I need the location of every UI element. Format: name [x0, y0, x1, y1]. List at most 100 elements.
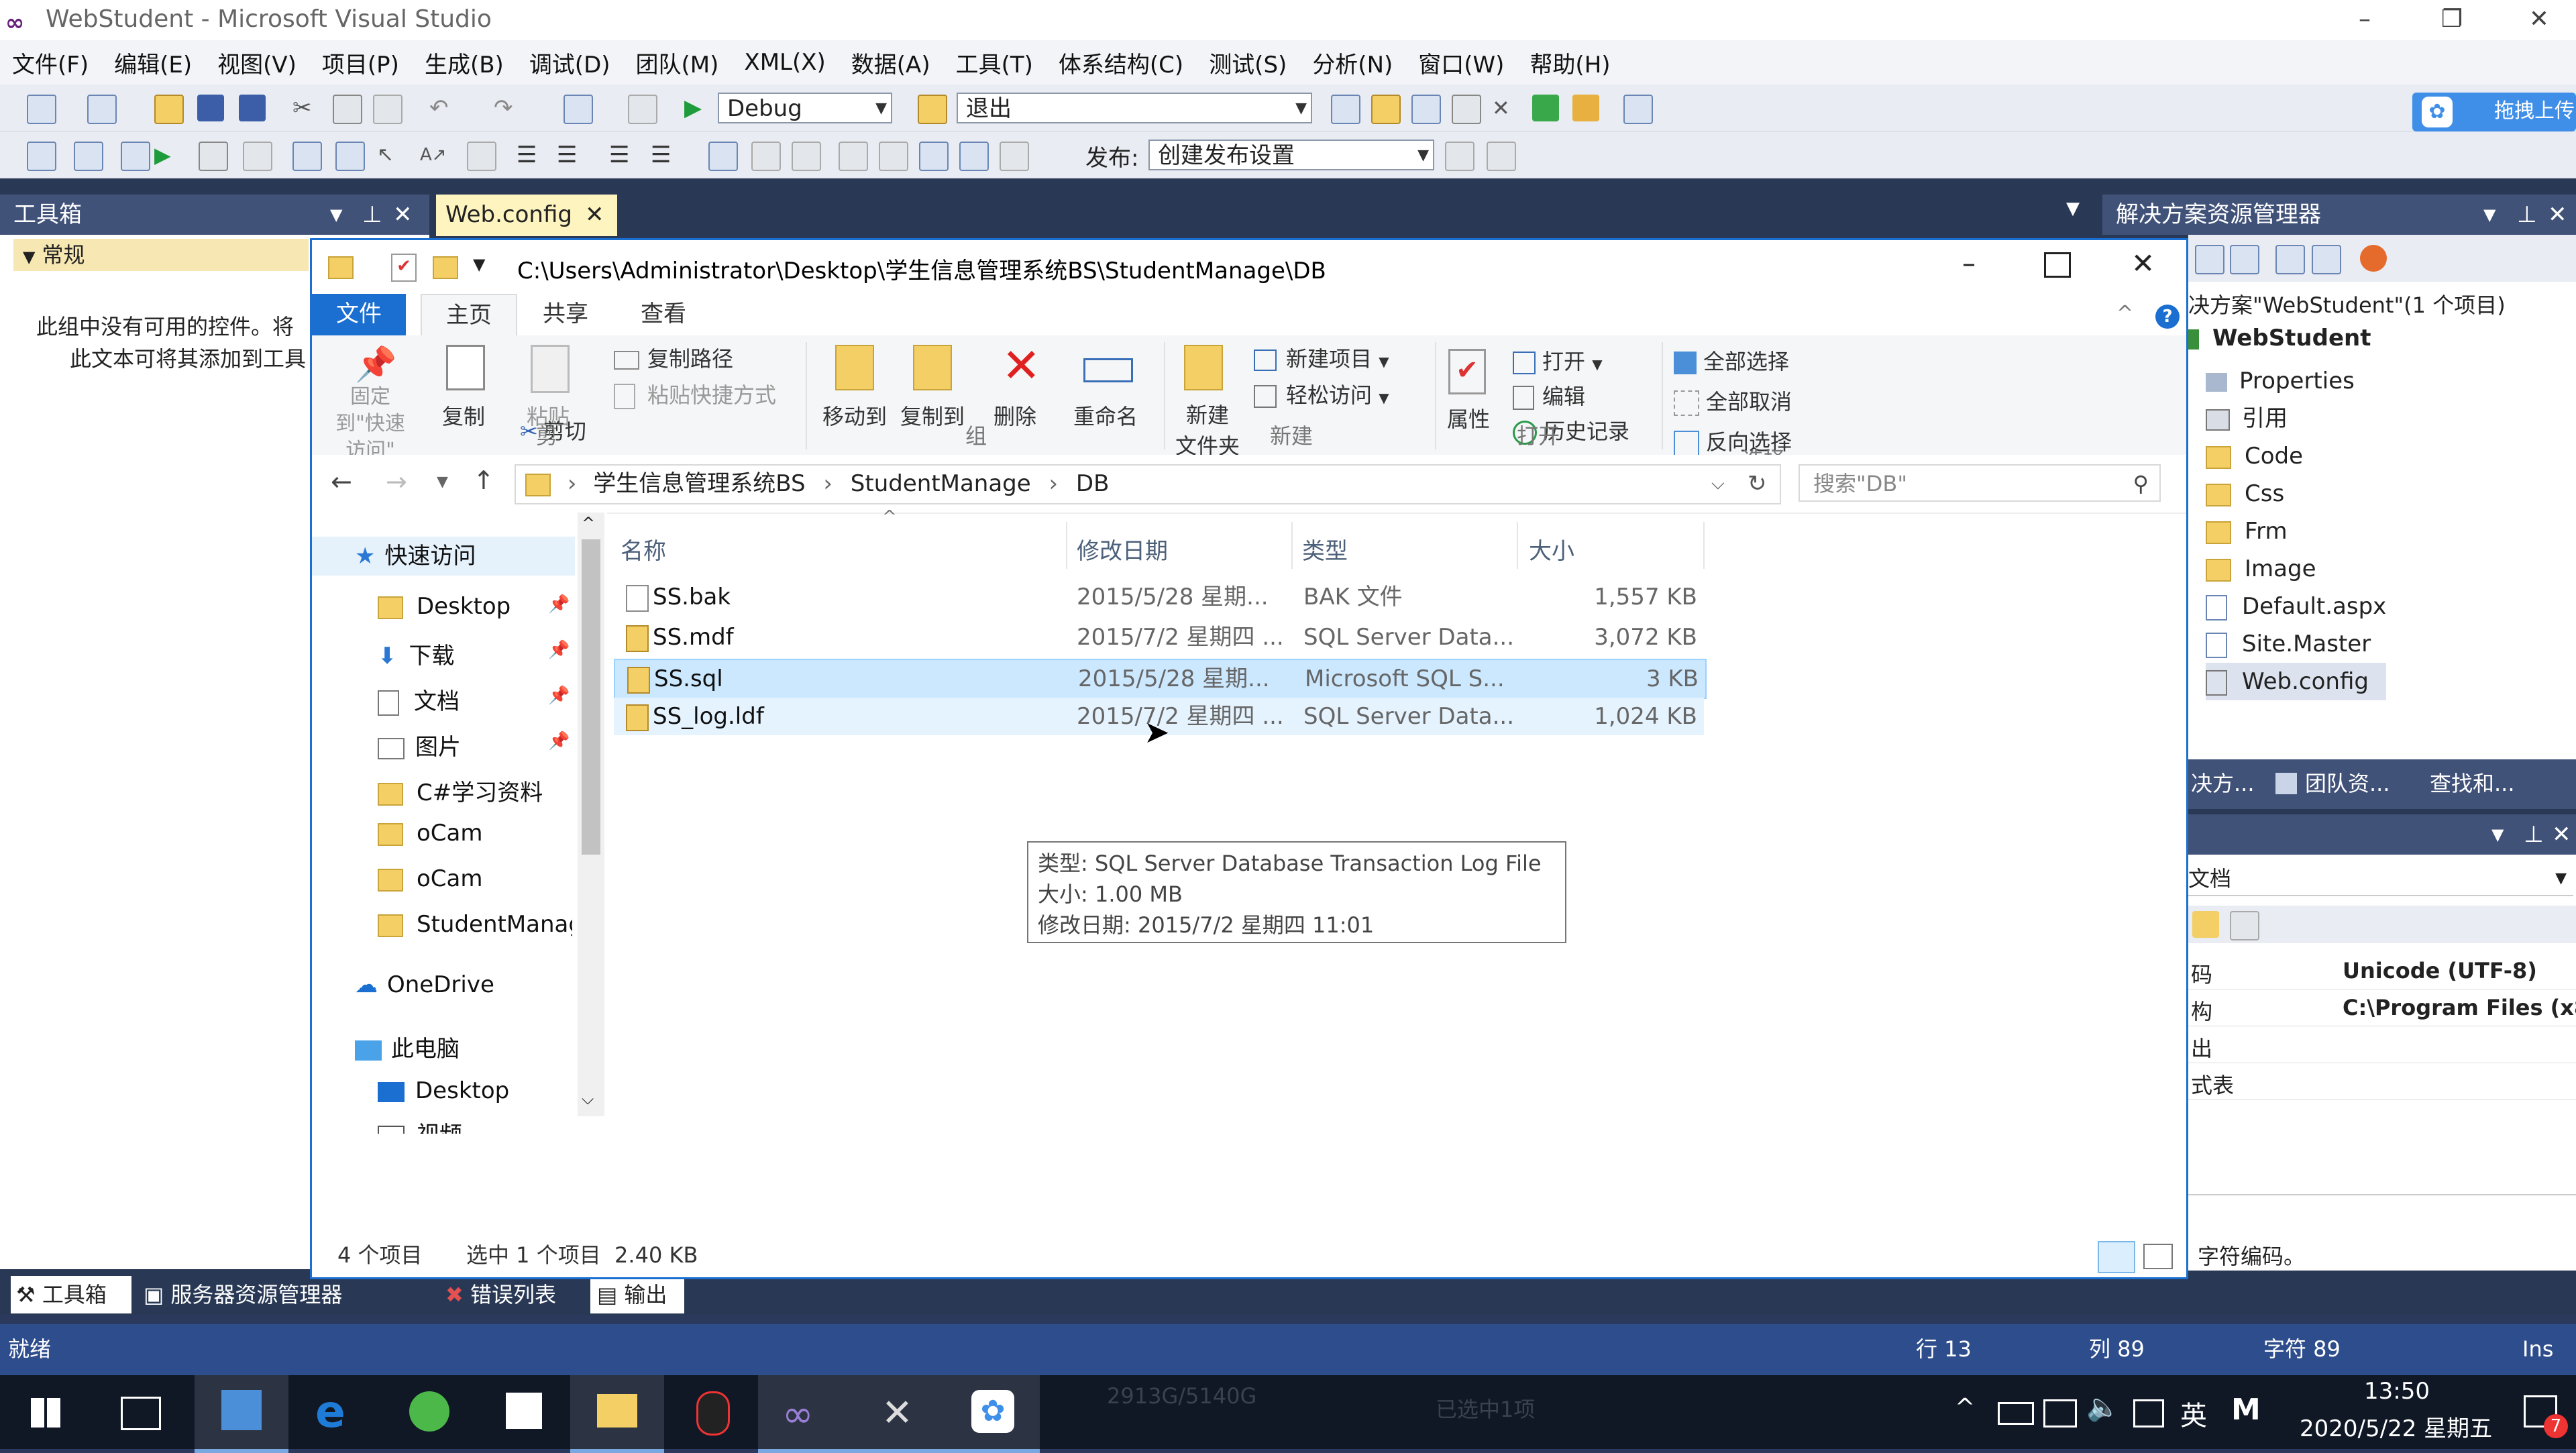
- file-row[interactable]: SS.bak 2015/5/28 星期... BAK 文件 1,557 KB: [614, 578, 1704, 616]
- publish-settings-icon[interactable]: [1487, 142, 1516, 171]
- vs-restore-button[interactable]: ❐: [2415, 0, 2489, 40]
- size-icon[interactable]: [199, 142, 228, 171]
- nav-documents[interactable]: 文档: [378, 683, 460, 716]
- taskbar-app-visual-studio[interactable]: ∞: [758, 1375, 852, 1453]
- prev-bookmark-icon[interactable]: [751, 142, 781, 171]
- solution-pin-icon[interactable]: ⊥: [2517, 195, 2537, 235]
- file-row[interactable]: SS.mdf 2015/7/2 星期四 ... SQL Server Data.…: [614, 618, 1704, 656]
- properties-object-combo[interactable]: 文档 ▼: [2188, 861, 2573, 896]
- tab-file[interactable]: 文件: [312, 294, 406, 335]
- format-icon[interactable]: [292, 142, 322, 171]
- nav-csharp-folder[interactable]: C#学习资料: [378, 774, 543, 807]
- explorer-minimize-button[interactable]: –: [1962, 248, 1976, 279]
- tray-ime-language[interactable]: 英: [2180, 1394, 2207, 1433]
- solution-item-default[interactable]: Default.aspx: [2206, 588, 2386, 625]
- start-button[interactable]: [0, 1375, 94, 1449]
- menu-data[interactable]: 数据(A): [851, 46, 930, 79]
- spacing-icon[interactable]: [243, 142, 272, 171]
- next-folder-icon[interactable]: [879, 142, 908, 171]
- run-icon[interactable]: ▶: [154, 142, 181, 168]
- indent-icon[interactable]: ☰: [517, 142, 543, 168]
- vs-minimize-button[interactable]: –: [2328, 0, 2402, 40]
- nav-desktop[interactable]: Desktop: [378, 1077, 509, 1104]
- taskbar-app-qq[interactable]: [664, 1375, 758, 1449]
- scroll-down-icon[interactable]: ⌵: [582, 1089, 594, 1108]
- align-left-icon[interactable]: [74, 142, 103, 171]
- solution-item-webconfig[interactable]: Web.config: [2206, 663, 2387, 700]
- select-all-button[interactable]: 全部选择: [1674, 345, 1789, 376]
- show-all-files-icon[interactable]: [2275, 245, 2305, 274]
- nav-studentmanage[interactable]: StudentManag: [378, 911, 572, 938]
- breadcrumb-item[interactable]: DB: [1076, 470, 1110, 497]
- team-explorer-icon[interactable]: [1572, 95, 1599, 121]
- solution-item-image[interactable]: Image: [2206, 550, 2386, 588]
- taskbar-app-edge[interactable]: e: [288, 1375, 382, 1449]
- property-row[interactable]: 出: [2188, 1026, 2576, 1063]
- tray-ime-bar-icon[interactable]: [2133, 1399, 2164, 1428]
- menu-build[interactable]: 生成(B): [425, 46, 504, 79]
- menu-analyze[interactable]: 分析(N): [1312, 46, 1393, 79]
- forward-button[interactable]: →: [386, 467, 407, 496]
- solution-item-sitemaster[interactable]: Site.Master: [2206, 625, 2386, 663]
- properties-close-icon[interactable]: ✕: [2552, 814, 2571, 855]
- bottom-tab-toolbox[interactable]: ⚒ 工具箱: [11, 1276, 131, 1313]
- property-row[interactable]: 码 Unicode (UTF-8): [2188, 953, 2576, 989]
- alphabetical-icon[interactable]: [2230, 911, 2259, 940]
- solution-close-icon[interactable]: ✕: [2548, 195, 2567, 235]
- menu-xml[interactable]: XML(X): [744, 49, 825, 76]
- address-bar[interactable]: › 学生信息管理系统BS › StudentManage › DB ⌵ ↻: [515, 464, 1781, 504]
- new-item-button[interactable]: 新建项目 ▼: [1254, 342, 1389, 373]
- properties-pin-icon[interactable]: ⊥: [2524, 814, 2544, 855]
- solution-item-code[interactable]: Code: [2206, 437, 2386, 475]
- collapse-ribbon-icon[interactable]: ^: [2116, 302, 2133, 325]
- toolbox-group-general[interactable]: ▼ 常规: [13, 239, 309, 271]
- scroll-thumb[interactable]: [582, 539, 600, 855]
- menu-tools[interactable]: 工具(T): [956, 46, 1033, 79]
- view-designer-icon[interactable]: [2360, 245, 2387, 272]
- new-project-icon[interactable]: [27, 95, 56, 124]
- comment-icon[interactable]: [467, 142, 496, 171]
- copy-path-button[interactable]: 复制路径: [614, 342, 733, 373]
- tab-share[interactable]: 共享: [519, 294, 612, 335]
- nav-scrollbar[interactable]: ^ ⌵: [578, 513, 604, 1116]
- toggle-icon[interactable]: [959, 142, 989, 171]
- column-name[interactable]: 名称: [621, 533, 666, 566]
- prev-folder-icon[interactable]: [839, 142, 868, 171]
- menu-team[interactable]: 团队(M): [636, 46, 719, 79]
- search-icon[interactable]: ⚲: [2133, 466, 2149, 502]
- vs-close-button[interactable]: ✕: [2502, 0, 2576, 40]
- wrap-icon[interactable]: ☰: [651, 142, 678, 168]
- tray-battery-icon[interactable]: [1998, 1402, 2034, 1425]
- properties-checkbox-icon[interactable]: ✔: [391, 254, 417, 282]
- redo-icon[interactable]: ↷: [494, 95, 521, 121]
- search-input[interactable]: 搜索"DB" ⚲: [1799, 464, 2161, 502]
- tray-volume-icon[interactable]: 🔈: [2086, 1391, 2120, 1423]
- solution-dropdown-icon[interactable]: ▼: [2483, 195, 2496, 235]
- solution-item-frm[interactable]: Frm: [2206, 513, 2386, 550]
- pointer-icon[interactable]: ↖: [377, 142, 404, 168]
- nav-onedrive[interactable]: ☁ OneDrive: [355, 971, 494, 998]
- menu-help[interactable]: 帮助(H): [1529, 46, 1610, 79]
- solution-explorer-icon[interactable]: [1331, 95, 1360, 124]
- solution-config-combo[interactable]: Debug ▼: [718, 93, 892, 123]
- tray-time[interactable]: 13:50: [2364, 1378, 2430, 1405]
- find-combo[interactable]: 退出 ▼: [957, 93, 1312, 123]
- close-icon[interactable]: ✕: [585, 195, 604, 235]
- explorer-close-button[interactable]: ✕: [2131, 247, 2155, 280]
- recent-locations-button[interactable]: ▼: [437, 474, 448, 490]
- bookmark-icon[interactable]: [708, 142, 738, 171]
- help-icon[interactable]: ?: [2155, 305, 2180, 329]
- taskbar-app-explorer[interactable]: [570, 1375, 664, 1453]
- task-view-button[interactable]: [94, 1375, 188, 1449]
- font-icon[interactable]: A↗: [420, 142, 447, 168]
- nav-quick-access[interactable]: ★ 快速访问: [312, 537, 575, 576]
- solution-tab-label[interactable]: 决方...: [2191, 759, 2255, 808]
- navigate-backward-icon[interactable]: [564, 95, 593, 124]
- scroll-up-icon[interactable]: ^: [582, 514, 595, 533]
- menu-project[interactable]: 项目(P): [322, 46, 399, 79]
- bottom-tab-server-explorer[interactable]: ▣ 服务器资源管理器: [144, 1276, 342, 1313]
- menu-edit[interactable]: 编辑(E): [114, 46, 192, 79]
- order-icon[interactable]: [335, 142, 365, 171]
- tab-home[interactable]: 主页: [421, 294, 517, 337]
- bottom-tab-error-list[interactable]: ✖ 错误列表: [445, 1276, 556, 1313]
